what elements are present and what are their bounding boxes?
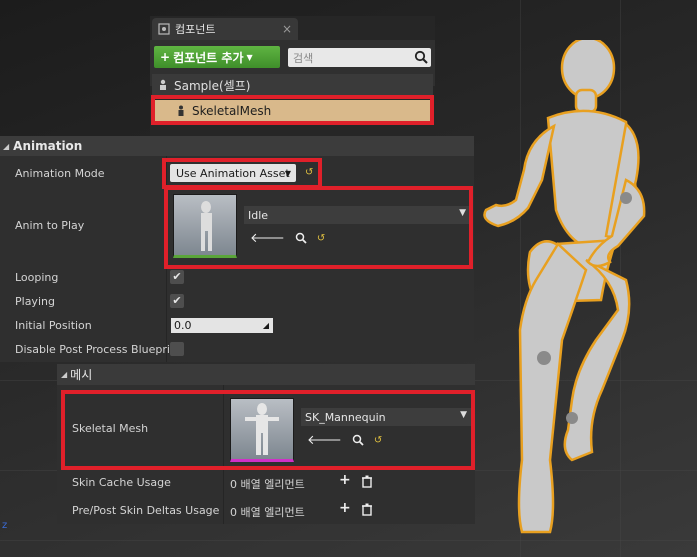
plus-icon: + — [160, 50, 171, 64]
use-selected-icon[interactable]: 🡐 — [250, 230, 285, 246]
playing-label: Playing — [15, 295, 55, 308]
looping-checkbox[interactable]: ✔ — [170, 270, 184, 284]
components-icon — [158, 23, 170, 35]
disable-post-process-checkbox[interactable] — [170, 342, 184, 356]
search-icon — [414, 50, 428, 64]
reset-to-default-icon[interactable]: ↺ — [317, 233, 325, 244]
components-panel: 컴포넌트 × + 컴포넌트 추가 ▼ 검색 Sample(셀프) Skeleta… — [150, 16, 435, 138]
skin-cache-value: 0 배열 엘리먼트 — [230, 478, 305, 491]
component-row-label: Sample(셀프) — [174, 78, 251, 93]
mannequin-preview[interactable] — [476, 40, 697, 540]
mesh-thumbnail[interactable] — [230, 398, 294, 462]
anim-preview-icon — [201, 201, 212, 251]
skeletal-mesh-field[interactable]: SK_Mannequin ▼ — [301, 408, 471, 426]
chevron-down-icon: ▼ — [284, 168, 291, 178]
collapse-arrow-icon: ◢ — [61, 370, 68, 379]
trash-icon[interactable] — [361, 475, 373, 488]
collapse-arrow-icon: ◢ — [3, 141, 10, 151]
tab-label: 컴포넌트 — [175, 23, 216, 36]
chevron-down-icon: ▼ — [246, 52, 253, 62]
grid-line — [0, 540, 697, 541]
resize-handle-icon: ◢ — [262, 321, 269, 330]
anim-to-play-value: Idle — [248, 208, 269, 222]
skin-deltas-value: 0 배열 엘리먼트 — [230, 506, 305, 519]
initial-position-input[interactable]: 0.0 ◢ — [171, 318, 273, 333]
animation-mode-label: Animation Mode — [15, 167, 105, 180]
section-title: Animation — [13, 139, 83, 153]
reset-to-default-icon[interactable]: ↺ — [374, 435, 382, 446]
skeletal-mesh-icon — [178, 105, 184, 116]
component-row-label: SkeletalMesh — [192, 104, 272, 118]
mesh-asset-actions: 🡐 ↺ — [307, 432, 382, 448]
disable-post-process-label: Disable Post Process Blueprin — [15, 343, 177, 356]
column-divider — [223, 385, 224, 524]
skin-deltas-label: Pre/Post Skin Deltas Usage — [72, 504, 220, 517]
browse-icon[interactable] — [295, 232, 307, 244]
animation-mode-select[interactable]: Use Animation Asset ▼ — [170, 164, 296, 182]
tab-components[interactable]: 컴포넌트 × — [152, 18, 298, 40]
initial-position-label: Initial Position — [15, 319, 92, 332]
initial-position-value: 0.0 — [174, 319, 192, 332]
add-element-icon[interactable]: + — [339, 472, 351, 488]
component-row-self[interactable]: Sample(셀프) — [152, 74, 433, 96]
add-component-button[interactable]: + 컴포넌트 추가 ▼ — [154, 46, 280, 68]
column-divider — [166, 156, 167, 362]
chevron-down-icon: ▼ — [460, 410, 467, 420]
animation-section-header[interactable]: ◢ Animation — [0, 136, 474, 156]
browse-icon[interactable] — [352, 434, 364, 446]
mesh-details: ◢ 메시 Skeletal Mesh SK_Mannequin ▼ 🡐 ↺ Sk… — [57, 364, 475, 524]
search-input[interactable]: 검색 — [288, 48, 431, 67]
add-component-label: 컴포넌트 추가 — [173, 50, 244, 65]
looping-label: Looping — [15, 271, 59, 284]
close-icon[interactable]: × — [282, 22, 292, 36]
mesh-preview-icon — [245, 403, 279, 455]
axis-z-label: z — [2, 520, 8, 531]
section-title: 메시 — [70, 368, 93, 382]
animation-details: Animation Mode Use Animation Asset ▼ ↺ A… — [0, 156, 474, 362]
playing-checkbox[interactable]: ✔ — [170, 294, 184, 308]
chevron-down-icon: ▼ — [459, 208, 466, 218]
mannequin-left-arm — [483, 123, 556, 228]
skin-cache-label: Skin Cache Usage — [72, 476, 171, 489]
reset-to-default-icon[interactable]: ↺ — [305, 167, 313, 178]
skeletal-mesh-value: SK_Mannequin — [305, 410, 386, 424]
mesh-section-header[interactable]: ◢ 메시 — [57, 364, 475, 385]
component-row-skeletalmesh[interactable]: SkeletalMesh — [152, 100, 433, 122]
search-placeholder: 검색 — [293, 51, 314, 65]
animation-mode-value: Use Animation Asset — [176, 166, 290, 180]
anim-to-play-field[interactable]: Idle ▼ — [244, 206, 470, 224]
anim-to-play-label: Anim to Play — [15, 219, 85, 232]
actor-icon — [160, 79, 166, 90]
anim-thumbnail[interactable] — [173, 194, 237, 258]
use-selected-icon[interactable]: 🡐 — [307, 432, 342, 448]
add-element-icon[interactable]: + — [339, 500, 351, 516]
skeletal-mesh-label: Skeletal Mesh — [72, 422, 149, 435]
anim-asset-actions: 🡐 ↺ — [250, 230, 325, 246]
trash-icon[interactable] — [361, 503, 373, 516]
